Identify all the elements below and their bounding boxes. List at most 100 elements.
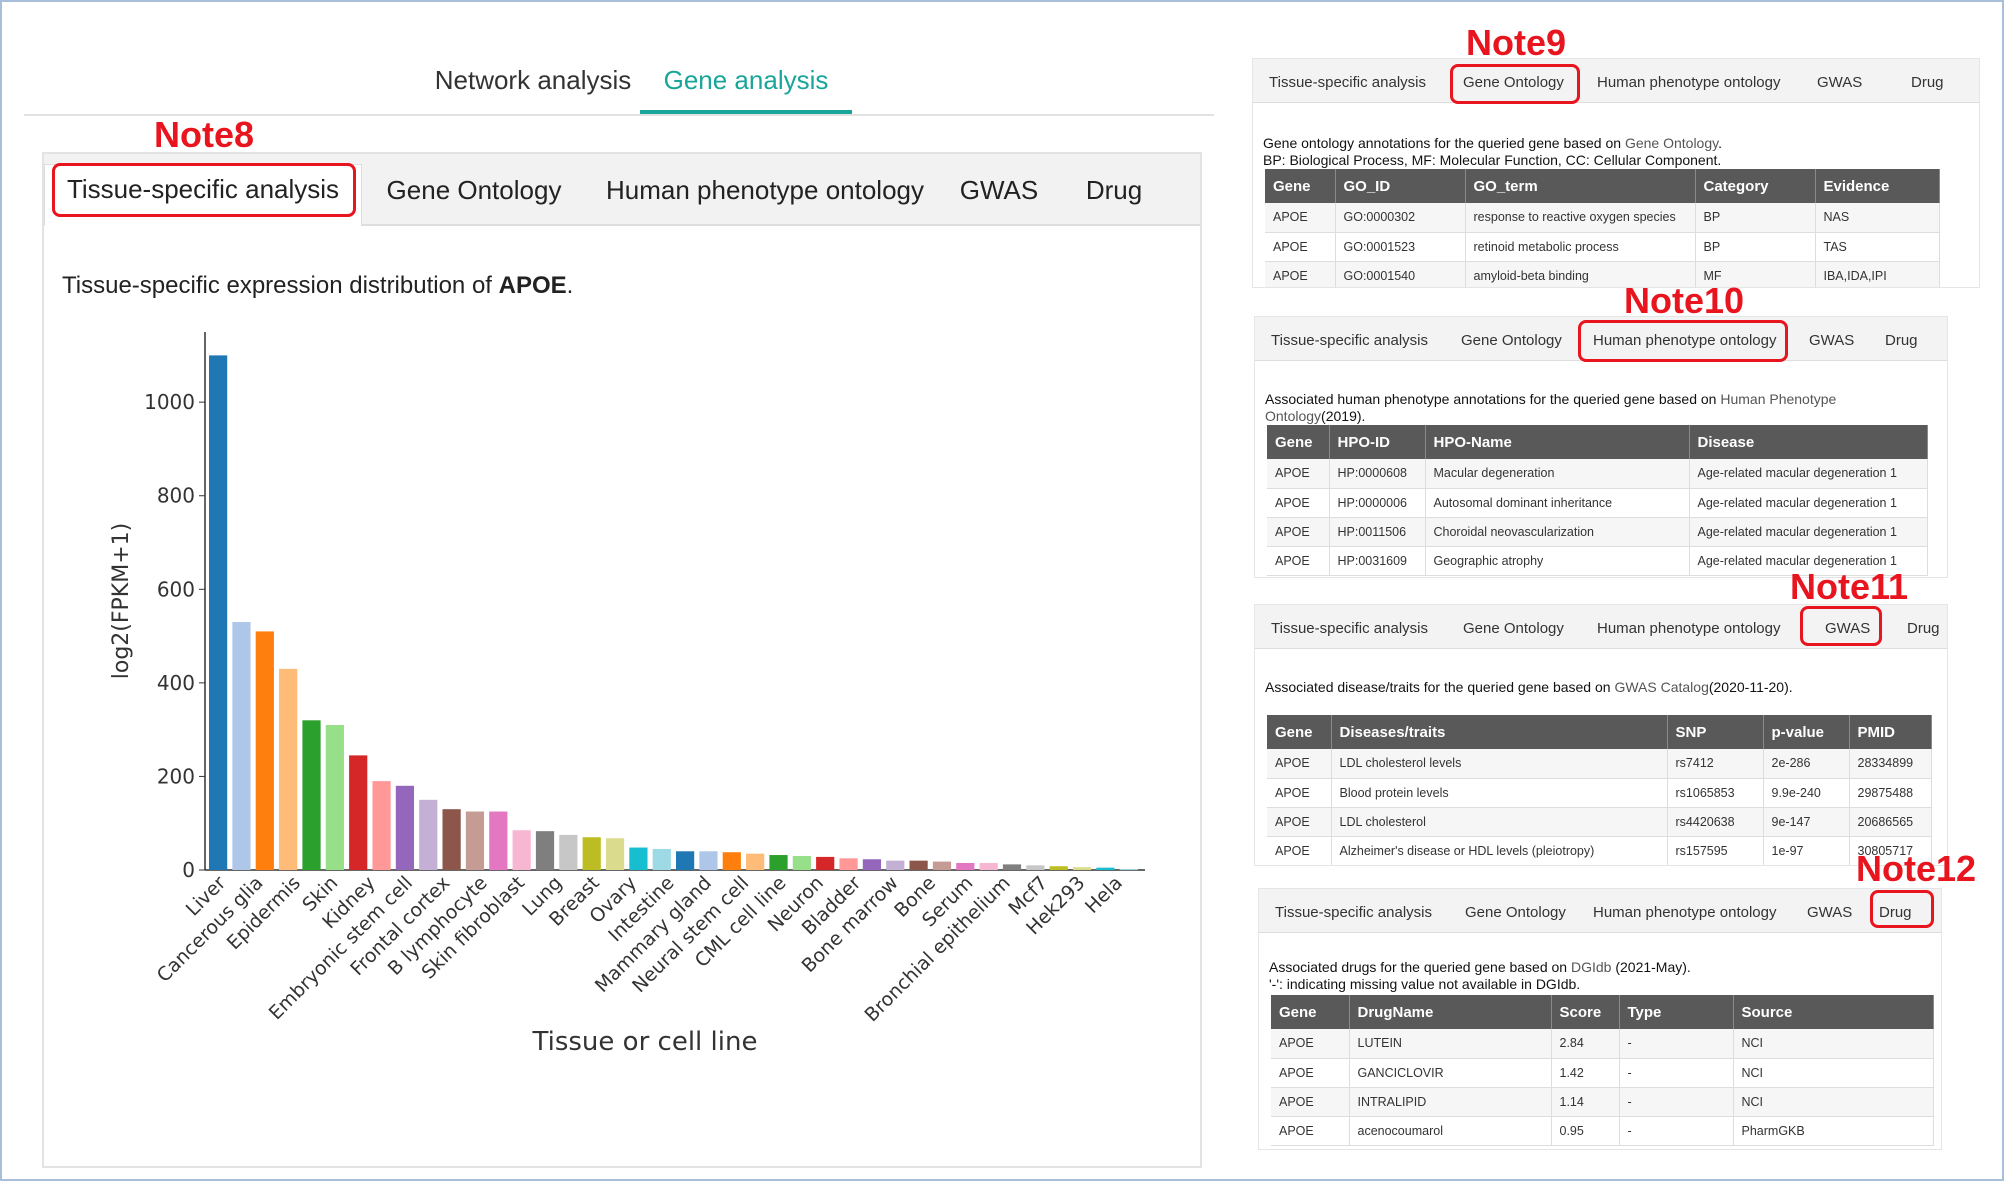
hpo-link[interactable]: Human Phenotype [1720, 391, 1836, 407]
bar [699, 851, 718, 870]
gwas-table-cell: 28334899 [1849, 749, 1932, 779]
bar [535, 831, 555, 870]
gwas-link[interactable]: GWAS Catalog [1614, 679, 1708, 695]
bar [349, 755, 368, 870]
drug-panel-tab-gene-ontology[interactable]: Gene Ontology [1465, 897, 1566, 929]
gwas-table-row: APOE Alzheimer's disease or HDL levels (p… [1267, 836, 1932, 865]
hpo-desc-text: Associated human phenotype annotations f… [1265, 391, 1721, 407]
hpo-panel-tab-tissue[interactable]: Tissue-specific analysis [1271, 325, 1428, 357]
bar [605, 838, 625, 870]
drug-panel-tab-hpo[interactable]: Human phenotype ontology [1593, 897, 1776, 929]
subtab-gene-ontology[interactable]: Gene Ontology [374, 166, 574, 214]
heading-suffix: . [566, 272, 574, 299]
gwas-table-cell: Blood protein levels [1331, 778, 1668, 808]
gwas-desc-suffix: (2020-11-20). [1708, 679, 1793, 695]
go-panel-tab-tissue[interactable]: Tissue-specific analysis [1269, 67, 1426, 99]
drug-table-header: Source [1733, 995, 1934, 1029]
drug-link[interactable]: DGIdb [1571, 959, 1611, 975]
gwas-panel-tab-tissue[interactable]: Tissue-specific analysis [1271, 613, 1428, 645]
drug-table-header: Gene [1271, 995, 1350, 1029]
bar [1072, 867, 1092, 870]
hpo-table-cell: Choroidal neovascularization [1425, 517, 1690, 547]
subtab-drug[interactable]: Drug [1064, 166, 1164, 214]
hpo-table-cell: APOE [1267, 459, 1330, 489]
subtab-tissue-specific[interactable]: Tissue-specific analysis [44, 164, 362, 226]
go-table-cell: BP [1695, 232, 1816, 262]
expression-heading: Tissue-specific expression distribution … [62, 272, 573, 300]
gwas-panel-tab-hpo[interactable]: Human phenotype ontology [1597, 613, 1780, 645]
gwas-table-cell: 9.9e-240 [1763, 778, 1850, 808]
hpo-table-cell: Macular degeneration [1425, 459, 1690, 489]
drug-panel-tab-tissue[interactable]: Tissue-specific analysis [1275, 897, 1432, 929]
bar [1002, 864, 1022, 870]
go-panel-tab-gwas[interactable]: GWAS [1817, 67, 1862, 99]
analysis-subtab-bar: Tissue-specific analysis Gene Ontology H… [44, 154, 1200, 226]
go-panel-tab-drug[interactable]: Drug [1911, 67, 1944, 99]
bar [255, 631, 274, 870]
drug-table-cell: INTRALIPID [1349, 1087, 1552, 1117]
hpo-table-cell: HP:0000608 [1329, 459, 1426, 489]
hpo-link-cont[interactable]: Ontology [1265, 408, 1321, 424]
subtab-gwas[interactable]: GWAS [944, 166, 1054, 214]
hpo-panel-tab-drug[interactable]: Drug [1885, 325, 1918, 357]
gwas-table-header: PMID [1849, 715, 1932, 749]
go-table-row: APOE GO:0001540 amyloid-beta binding MF IBA,… [1265, 261, 1940, 287]
heading-gene: APOE [498, 272, 567, 299]
drug-table-cell: NCI [1733, 1087, 1934, 1117]
note10-label: Note10 [1624, 280, 1745, 321]
bar [839, 858, 858, 870]
hpo-table-cell: Geographic atrophy [1425, 546, 1690, 576]
top-tab-bar: Network analysis Gene analysis [24, 50, 1214, 116]
go-panel-tab-gene-ontology[interactable]: Gene Ontology [1463, 67, 1564, 99]
go-link[interactable]: Gene Ontology [1625, 135, 1718, 151]
hpo-table-cell: Age-related macular degeneration 1 [1689, 488, 1928, 518]
bar [956, 862, 975, 870]
drug-table-cell: APOE [1271, 1058, 1350, 1088]
gwas-panel-tab-gene-ontology[interactable]: Gene Ontology [1463, 613, 1564, 645]
drug-table-header: DrugName [1349, 995, 1552, 1029]
gwas-table-cell: rs7412 [1667, 749, 1764, 779]
go-description: Gene ontology annotations for the querie… [1263, 135, 1722, 169]
tab-gene-analysis[interactable]: Gene analysis [640, 60, 852, 114]
drug-desc-legend: '-': indicating missing value not availa… [1269, 976, 1581, 992]
hpo-table: Gene HPO-ID HPO-Name Disease APOE HP:0000608 M… [1267, 425, 1928, 576]
bar [512, 830, 531, 870]
tab-network-analysis[interactable]: Network analysis [402, 60, 664, 114]
bar [1049, 866, 1068, 870]
note11-label: Note11 [1790, 566, 1909, 607]
gwas-table-header: Gene [1267, 715, 1332, 749]
bar [1026, 865, 1045, 870]
drug-panel-tab-drug[interactable]: Drug [1879, 897, 1912, 929]
bar [232, 622, 251, 870]
go-table-row: APOE GO:0001523 retinoid metabolic process… [1265, 232, 1940, 262]
hpo-panel-tab-gene-ontology[interactable]: Gene Ontology [1461, 325, 1562, 357]
gwas-panel-tab-gwas[interactable]: GWAS [1825, 613, 1870, 645]
drug-table-cell: GANCICLOVIR [1349, 1058, 1552, 1088]
bar [1119, 869, 1138, 871]
drug-table-cell: - [1619, 1029, 1734, 1059]
hpo-panel-tab-hpo[interactable]: Human phenotype ontology [1593, 325, 1776, 357]
drug-table-cell: NCI [1733, 1029, 1934, 1059]
hpo-panel-tab-gwas[interactable]: GWAS [1809, 325, 1854, 357]
drug-table-cell: 0.95 [1551, 1116, 1620, 1146]
go-table: Gene GO_ID GO_term Category Evidence APOE GO:0… [1265, 169, 1940, 287]
gwas-table-header: SNP [1667, 715, 1764, 749]
drug-table-row: APOE GANCICLOVIR 1.42- NCI [1271, 1058, 1934, 1088]
drug-table-cell: APOE [1271, 1029, 1350, 1059]
drug-table-header: Score [1551, 995, 1620, 1029]
drug-table-cell: APOE [1271, 1116, 1350, 1146]
hpo-table-cell: HP:0000006 [1329, 488, 1426, 518]
drug-table-row: APOE INTRALIPID 1.14- NCI [1271, 1087, 1934, 1117]
gwas-table-cell: APOE [1267, 778, 1332, 808]
drug-table-cell: 2.84 [1551, 1029, 1620, 1059]
bar [372, 781, 391, 870]
hpo-table-header: Gene [1267, 425, 1330, 459]
drug-panel-tab-gwas[interactable]: GWAS [1807, 897, 1852, 929]
bar [302, 720, 321, 870]
go-panel-tab-hpo[interactable]: Human phenotype ontology [1597, 67, 1780, 99]
gwas-table-cell: APOE [1267, 836, 1332, 865]
gwas-panel-tab-drug[interactable]: Drug [1907, 613, 1940, 645]
subtab-human-phenotype[interactable]: Human phenotype ontology [600, 166, 930, 214]
drug-description: Associated drugs for the queried gene ba… [1269, 959, 1691, 993]
go-table-header: GO_term [1465, 169, 1696, 203]
